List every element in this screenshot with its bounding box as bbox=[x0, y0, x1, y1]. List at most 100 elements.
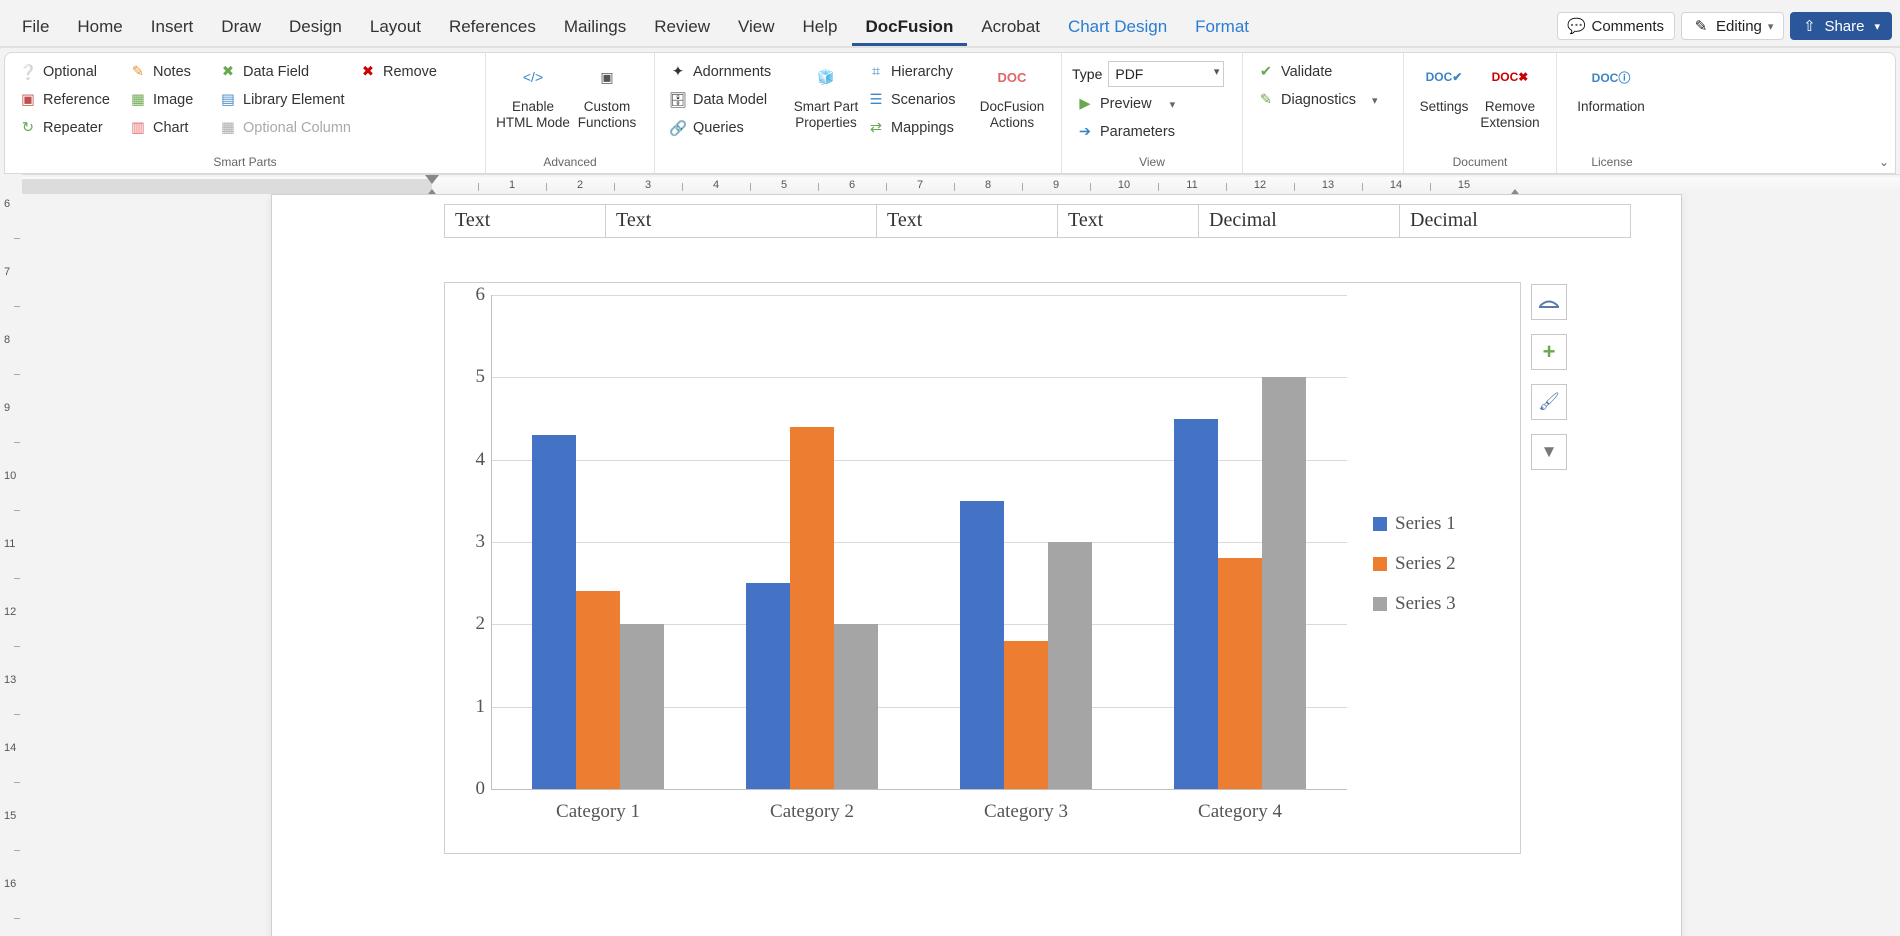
legend-item[interactable]: Series 2 bbox=[1373, 553, 1456, 575]
ruler-number: 12 bbox=[1254, 179, 1266, 191]
parameters-label: Parameters bbox=[1100, 124, 1175, 140]
table-header-cell: Decimal bbox=[1400, 205, 1630, 237]
smart-part-properties-button[interactable]: 🧊 Smart Part Properties bbox=[789, 57, 863, 130]
chart-bar[interactable] bbox=[532, 435, 576, 789]
code-block-icon: ▣ bbox=[589, 59, 625, 95]
custom-functions-button[interactable]: ▣ Custom Functions bbox=[570, 57, 644, 130]
tab-file[interactable]: File bbox=[8, 9, 63, 46]
chart-bar[interactable] bbox=[790, 427, 834, 789]
enable-html-label: Enable HTML Mode bbox=[496, 99, 570, 130]
type-select[interactable]: PDF bbox=[1108, 61, 1224, 87]
tab-chart-design[interactable]: Chart Design bbox=[1054, 9, 1181, 46]
tab-mailings[interactable]: Mailings bbox=[550, 9, 640, 46]
ruler-number: 2 bbox=[577, 179, 583, 191]
information-button[interactable]: DOCⓘ Information bbox=[1567, 57, 1655, 115]
chart-bar[interactable] bbox=[620, 624, 664, 789]
optional-button[interactable]: ❔Optional bbox=[15, 61, 125, 83]
preview-button[interactable]: ▶Preview▾ bbox=[1072, 93, 1232, 115]
legend-swatch bbox=[1373, 597, 1387, 611]
type-selector[interactable]: Type PDF bbox=[1072, 61, 1232, 87]
chart-bar[interactable] bbox=[834, 624, 878, 789]
check-circle-icon: ✔ bbox=[1257, 63, 1275, 81]
tab-layout[interactable]: Layout bbox=[356, 9, 435, 46]
settings-button[interactable]: DOC✔ Settings bbox=[1414, 57, 1474, 115]
parameters-button[interactable]: ➔Parameters bbox=[1072, 121, 1232, 143]
optional-label: Optional bbox=[43, 64, 97, 80]
custom-functions-label: Custom Functions bbox=[578, 99, 637, 130]
ruler-number: 7 bbox=[917, 179, 923, 191]
chart-button[interactable]: ▥Chart bbox=[125, 117, 215, 139]
chart-object[interactable]: 0123456Category 1Category 2Category 3Cat… bbox=[444, 282, 1521, 854]
chart-bar[interactable] bbox=[1262, 377, 1306, 789]
tab-format[interactable]: Format bbox=[1181, 9, 1263, 46]
chart-bar[interactable] bbox=[1174, 419, 1218, 790]
reference-button[interactable]: ▣Reference bbox=[15, 89, 125, 111]
group-label-view: View bbox=[1072, 153, 1232, 173]
group-view: Type PDF ▶Preview▾ ➔Parameters View bbox=[1061, 53, 1243, 173]
hierarchy-button[interactable]: ⌗Hierarchy bbox=[863, 61, 973, 83]
library-element-button[interactable]: ▤Library Element bbox=[215, 89, 355, 111]
legend-item[interactable]: Series 1 bbox=[1373, 513, 1456, 535]
ruler-number: 6 bbox=[849, 179, 855, 191]
query-icon: 🔗 bbox=[669, 119, 687, 137]
adornments-button[interactable]: ✦Adornments bbox=[665, 61, 789, 83]
tab-view[interactable]: View bbox=[724, 9, 789, 46]
tab-home[interactable]: Home bbox=[63, 9, 136, 46]
tab-acrobat[interactable]: Acrobat bbox=[967, 9, 1054, 46]
vertical-ruler[interactable]: 678910111213141516 bbox=[0, 194, 23, 936]
editing-mode-button[interactable]: ✎ Editing ▾ bbox=[1681, 12, 1784, 40]
tab-help[interactable]: Help bbox=[789, 9, 852, 46]
x-axis-category-label: Category 1 bbox=[556, 801, 640, 823]
group-label-document: Document bbox=[1414, 153, 1546, 173]
ribbon-collapse-button[interactable]: ⌄ bbox=[1879, 155, 1889, 169]
chart-styles-button[interactable]: 🖌 bbox=[1531, 384, 1567, 420]
tab-design[interactable]: Design bbox=[275, 9, 356, 46]
chart-bar[interactable] bbox=[1004, 641, 1048, 789]
chart-bar[interactable] bbox=[576, 591, 620, 789]
table-header-cell: Text bbox=[606, 205, 877, 237]
validate-button[interactable]: ✔Validate bbox=[1253, 61, 1393, 83]
remove-extension-button[interactable]: DOC✖ Remove Extension bbox=[1474, 57, 1546, 130]
repeater-button[interactable]: ↻Repeater bbox=[15, 117, 125, 139]
remove-button[interactable]: ✖Remove bbox=[355, 61, 465, 83]
chart-bar[interactable] bbox=[1218, 558, 1262, 789]
data-field-button[interactable]: ✖Data Field bbox=[215, 61, 355, 83]
y-axis-tick-label: 4 bbox=[461, 449, 485, 471]
chart-bar[interactable] bbox=[1048, 542, 1092, 789]
queries-button[interactable]: 🔗Queries bbox=[665, 117, 789, 139]
table-header-cell: Text bbox=[1058, 205, 1199, 237]
docfusion-remove-icon: DOC✖ bbox=[1492, 59, 1528, 95]
enable-html-mode-button[interactable]: </> Enable HTML Mode bbox=[496, 57, 570, 130]
tab-docfusion[interactable]: DocFusion bbox=[852, 9, 968, 46]
tab-review[interactable]: Review bbox=[640, 9, 724, 46]
image-button[interactable]: ▦Image bbox=[125, 89, 215, 111]
comments-button[interactable]: 💬 Comments bbox=[1557, 12, 1676, 40]
document-canvas[interactable]: TextTextTextTextDecimalDecimal 0123456Ca… bbox=[22, 194, 1900, 936]
diagnostics-button[interactable]: ✎Diagnostics▾ bbox=[1253, 89, 1393, 111]
tab-insert[interactable]: Insert bbox=[137, 9, 208, 46]
chart-filters-button[interactable]: ▼ bbox=[1531, 434, 1567, 470]
notes-button[interactable]: ✎Notes bbox=[125, 61, 215, 83]
tab-draw[interactable]: Draw bbox=[207, 9, 275, 46]
library-icon: ▤ bbox=[219, 91, 237, 109]
legend-item[interactable]: Series 3 bbox=[1373, 593, 1456, 615]
chart-bar[interactable] bbox=[746, 583, 790, 789]
layout-options-button[interactable] bbox=[1531, 284, 1567, 320]
data-model-button[interactable]: 🗄Data Model bbox=[665, 89, 789, 111]
preview-label: Preview bbox=[1100, 96, 1152, 112]
chart-bar[interactable] bbox=[960, 501, 1004, 789]
share-button[interactable]: ⇧ Share ▾ bbox=[1790, 12, 1892, 40]
docfusion-actions-button[interactable]: DOC DocFusion Actions bbox=[973, 57, 1051, 130]
ruler-number: 16 bbox=[4, 878, 16, 890]
chart-elements-button[interactable]: + bbox=[1531, 334, 1567, 370]
ruler-number: 14 bbox=[4, 742, 16, 754]
table-header-cell: Text bbox=[877, 205, 1058, 237]
mappings-button[interactable]: ⇄Mappings bbox=[863, 117, 973, 139]
funnel-icon: ▼ bbox=[1541, 442, 1558, 462]
first-line-indent-marker[interactable] bbox=[425, 175, 439, 184]
group-diagnostics: ✔Validate ✎Diagnostics▾ bbox=[1243, 53, 1404, 173]
legend-label: Series 3 bbox=[1395, 593, 1456, 615]
group-label-license: License bbox=[1567, 153, 1657, 173]
scenarios-button[interactable]: ☰Scenarios bbox=[863, 89, 973, 111]
tab-references[interactable]: References bbox=[435, 9, 550, 46]
